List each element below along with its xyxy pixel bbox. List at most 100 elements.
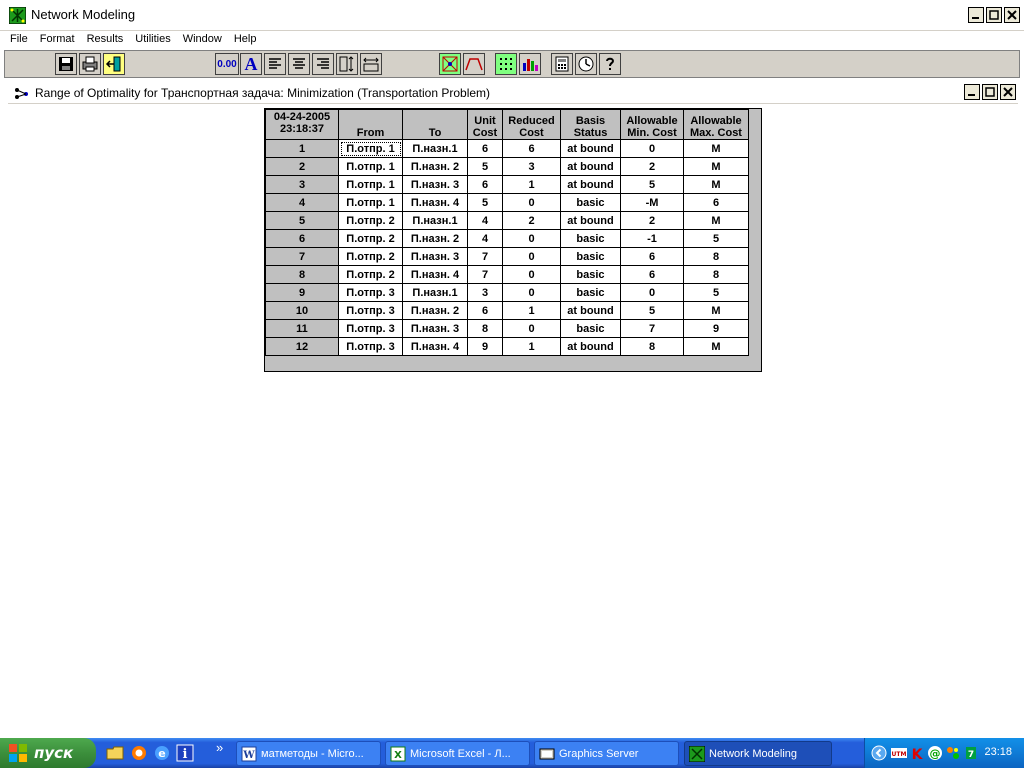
cell-reduced-cost[interactable]: 1 xyxy=(502,175,561,194)
cell-allowable-min-cost[interactable]: 0 xyxy=(620,139,684,158)
cell-from[interactable]: П.отпр. 1 xyxy=(338,193,403,212)
column-header-basis-status[interactable]: Basis Status xyxy=(560,109,621,140)
cell-reduced-cost[interactable]: 0 xyxy=(502,283,561,302)
calculator-button[interactable] xyxy=(551,53,573,75)
cell-allowable-min-cost[interactable]: 2 xyxy=(620,211,684,230)
task-word-document[interactable]: W матметоды - Micro... xyxy=(236,741,381,766)
cell-from[interactable]: П.отпр. 3 xyxy=(338,337,403,356)
cell-from[interactable]: П.отпр. 2 xyxy=(338,265,403,284)
utm-icon[interactable]: UTM xyxy=(891,745,907,761)
row-header-row-number[interactable]: 12 xyxy=(265,337,339,356)
cell-reduced-cost[interactable]: 0 xyxy=(502,193,561,212)
cell-reduced-cost[interactable]: 0 xyxy=(502,265,561,284)
row-header-row-number[interactable]: 10 xyxy=(265,301,339,320)
cell-from[interactable]: П.отпр. 1 xyxy=(338,157,403,176)
cell-allowable-min-cost[interactable]: 5 xyxy=(620,175,684,194)
cell-allowable-max-cost[interactable]: 8 xyxy=(683,247,749,266)
row-header-row-number[interactable]: 1 xyxy=(265,139,339,158)
cell-allowable-max-cost[interactable]: M xyxy=(683,211,749,230)
cell-from[interactable]: П.отпр. 3 xyxy=(338,283,403,302)
tray-app-icon[interactable]: 7 xyxy=(963,745,979,761)
internet-explorer-icon[interactable]: e xyxy=(153,744,171,762)
cell-allowable-min-cost[interactable]: 7 xyxy=(620,319,684,338)
cell-allowable-min-cost[interactable]: -M xyxy=(620,193,684,212)
child-close-button[interactable] xyxy=(1000,84,1016,100)
child-minimize-button[interactable] xyxy=(964,84,980,100)
row-header-row-number[interactable]: 11 xyxy=(265,319,339,338)
cell-basis-status[interactable]: at bound xyxy=(560,157,621,176)
align-center-button[interactable] xyxy=(288,53,310,75)
cell-allowable-max-cost[interactable]: 5 xyxy=(683,283,749,302)
cell-to[interactable]: П.назн. 2 xyxy=(402,301,468,320)
cell-basis-status[interactable]: basic xyxy=(560,265,621,284)
task-graphics-server[interactable]: Graphics Server xyxy=(534,741,679,766)
column-header-from[interactable]: From xyxy=(338,109,403,140)
cell-unit-cost[interactable]: 4 xyxy=(467,211,503,230)
cell-from[interactable]: П.отпр. 2 xyxy=(338,229,403,248)
cell-basis-status[interactable]: at bound xyxy=(560,337,621,356)
cell-reduced-cost[interactable]: 0 xyxy=(502,229,561,248)
cell-reduced-cost[interactable]: 1 xyxy=(502,301,561,320)
cell-from[interactable]: П.отпр. 3 xyxy=(338,319,403,338)
clock-button[interactable] xyxy=(575,53,597,75)
column-header-to[interactable]: To xyxy=(402,109,468,140)
cell-unit-cost[interactable]: 6 xyxy=(467,139,503,158)
cell-unit-cost[interactable]: 5 xyxy=(467,193,503,212)
task-network-modeling[interactable]: Network Modeling xyxy=(684,741,832,766)
cell-allowable-min-cost[interactable]: 2 xyxy=(620,157,684,176)
row-header-row-number[interactable]: 4 xyxy=(265,193,339,212)
cell-unit-cost[interactable]: 9 xyxy=(467,337,503,356)
row-header-row-number[interactable]: 8 xyxy=(265,265,339,284)
menu-help[interactable]: Help xyxy=(228,31,263,49)
cell-allowable-max-cost[interactable]: 6 xyxy=(683,193,749,212)
trapezoid-view-button[interactable] xyxy=(463,53,485,75)
quicklaunch-overflow[interactable]: » xyxy=(216,740,223,755)
menu-file[interactable]: File xyxy=(4,31,34,49)
cell-to[interactable]: П.назн. 4 xyxy=(402,265,468,284)
cell-allowable-min-cost[interactable]: 6 xyxy=(620,265,684,284)
menu-format[interactable]: Format xyxy=(34,31,81,49)
row-height-button[interactable] xyxy=(336,53,358,75)
maximize-button[interactable] xyxy=(986,7,1002,23)
cell-reduced-cost[interactable]: 0 xyxy=(502,319,561,338)
cell-to[interactable]: П.назн. 4 xyxy=(402,193,468,212)
folder-icon[interactable] xyxy=(106,744,124,762)
cell-basis-status[interactable]: basic xyxy=(560,193,621,212)
cell-basis-status[interactable]: at bound xyxy=(560,301,621,320)
cell-basis-status[interactable]: at bound xyxy=(560,175,621,194)
minimize-button[interactable] xyxy=(968,7,984,23)
font-button[interactable]: A xyxy=(240,53,262,75)
cell-unit-cost[interactable]: 4 xyxy=(467,229,503,248)
row-header-row-number[interactable]: 3 xyxy=(265,175,339,194)
cell-to[interactable]: П.назн.1 xyxy=(402,283,468,302)
cell-from[interactable]: П.отпр. 1 xyxy=(338,175,403,194)
help-button[interactable] xyxy=(599,53,621,75)
cell-unit-cost[interactable]: 8 xyxy=(467,319,503,338)
cell-to[interactable]: П.назн. 2 xyxy=(402,229,468,248)
cell-unit-cost[interactable]: 5 xyxy=(467,157,503,176)
cell-to[interactable]: П.назн.1 xyxy=(402,211,468,230)
child-maximize-button[interactable] xyxy=(982,84,998,100)
cell-from[interactable]: П.отпр. 1 xyxy=(338,139,403,158)
cell-reduced-cost[interactable]: 3 xyxy=(502,157,561,176)
cell-allowable-min-cost[interactable]: 0 xyxy=(620,283,684,302)
cell-basis-status[interactable]: basic xyxy=(560,229,621,248)
info-icon[interactable]: i xyxy=(176,744,194,762)
cell-unit-cost[interactable]: 7 xyxy=(467,247,503,266)
cell-reduced-cost[interactable]: 6 xyxy=(502,139,561,158)
cell-allowable-max-cost[interactable]: M xyxy=(683,301,749,320)
align-left-button[interactable] xyxy=(264,53,286,75)
cell-from[interactable]: П.отпр. 2 xyxy=(338,211,403,230)
cell-unit-cost[interactable]: 6 xyxy=(467,175,503,194)
cell-to[interactable]: П.назн. 2 xyxy=(402,157,468,176)
cell-reduced-cost[interactable]: 1 xyxy=(502,337,561,356)
cell-to[interactable]: П.назн. 3 xyxy=(402,247,468,266)
cell-to[interactable]: П.назн.1 xyxy=(402,139,468,158)
cell-allowable-min-cost[interactable]: 8 xyxy=(620,337,684,356)
exit-button[interactable] xyxy=(103,53,125,75)
cell-to[interactable]: П.назн. 3 xyxy=(402,175,468,194)
cell-allowable-min-cost[interactable]: 6 xyxy=(620,247,684,266)
spreadsheet-view-button[interactable] xyxy=(495,53,517,75)
decimal-format-button[interactable]: 0.00 xyxy=(215,53,239,75)
cell-unit-cost[interactable]: 3 xyxy=(467,283,503,302)
